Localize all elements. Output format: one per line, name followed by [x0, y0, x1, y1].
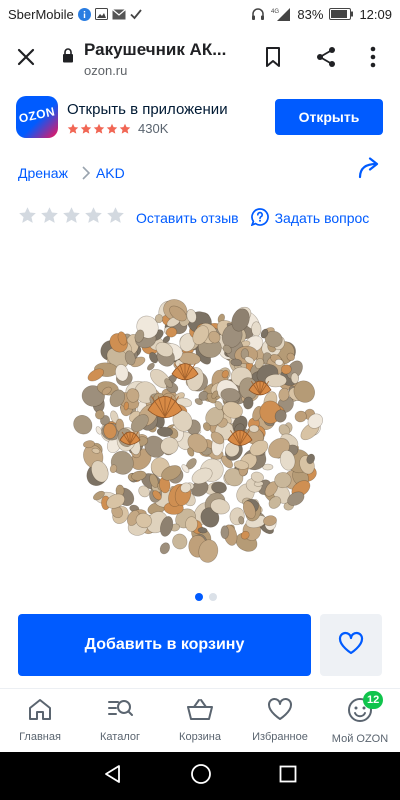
banner-title: Открыть в приложении [67, 101, 228, 118]
question-bubble-icon [250, 207, 269, 229]
notification-badge: 12 [363, 691, 384, 709]
star-icon [106, 122, 118, 140]
battery-percent: 83% [297, 6, 324, 22]
ozon-logo: OZON [16, 96, 58, 138]
recents-icon[interactable] [279, 765, 297, 788]
heart-icon [267, 697, 293, 726]
nav-item-home[interactable]: Главная [0, 689, 80, 752]
shell [248, 380, 272, 396]
mail-notification-icon [111, 8, 126, 20]
carousel-dot[interactable] [195, 593, 203, 601]
nav-label-my-ozon: Мой OZON [331, 733, 389, 745]
pebble [248, 424, 260, 433]
product-rating-stars [18, 206, 125, 230]
more-options-icon[interactable] [370, 46, 376, 73]
catalog-search-icon [106, 697, 134, 726]
page-title: Ракушечник АК... [84, 40, 227, 59]
system-navigation-bar [0, 752, 400, 800]
star-icon[interactable] [84, 206, 103, 230]
shell [227, 430, 253, 446]
clock: 12:09 [359, 6, 392, 22]
product-image-shell-rock[interactable] [70, 290, 330, 570]
carrier-name: SberMobile [8, 6, 74, 22]
info-notification-icon [77, 7, 91, 21]
share-icon[interactable] [315, 46, 337, 73]
share-arrow-icon[interactable] [357, 157, 381, 184]
star-icon[interactable] [18, 206, 37, 230]
add-to-favorites-button[interactable] [320, 614, 382, 676]
breadcrumb-item-drainage[interactable]: Дренаж [18, 165, 68, 181]
star-icon[interactable] [106, 206, 125, 230]
url-text[interactable]: ozon.ru [84, 63, 127, 78]
leave-review-link[interactable]: Оставить отзыв [136, 210, 239, 226]
bottom-navigation: Главная Каталог Корзина Избранное 12 Мой… [0, 688, 400, 752]
pebble [220, 525, 230, 539]
lock-icon [62, 48, 74, 68]
nav-label-cart: Корзина [179, 731, 221, 743]
nav-label-catalog: Каталог [100, 731, 140, 743]
battery-icon [329, 8, 354, 20]
nav-item-catalog[interactable]: Каталог [80, 689, 160, 752]
headphones-icon [251, 7, 265, 21]
banner-rating-count: 430K [138, 121, 169, 136]
pebble [185, 516, 198, 532]
shell [171, 363, 199, 381]
star-icon [119, 122, 131, 140]
shell [119, 431, 141, 445]
pebble [251, 321, 262, 337]
banner-rating-stars [67, 122, 131, 140]
status-bar: SberMobile 4G 83% 12:09 [0, 0, 400, 28]
breadcrumb-item-brand[interactable]: AKD [96, 165, 125, 181]
home-icon [27, 697, 53, 726]
star-icon[interactable] [40, 206, 59, 230]
gallery-notification-icon [94, 8, 108, 20]
nav-item-cart[interactable]: Корзина [160, 689, 240, 752]
basket-icon [186, 697, 214, 726]
ozon-logo-text: OZON [17, 104, 57, 126]
home-circle-icon[interactable] [190, 763, 212, 790]
ask-question-link[interactable]: Задать вопрос [250, 207, 370, 229]
pebble [264, 373, 287, 388]
browser-toolbar: Ракушечник АК... ozon.ru [0, 28, 400, 88]
back-icon[interactable] [103, 764, 123, 789]
star-icon [67, 122, 79, 140]
heart-outline-icon [338, 631, 364, 660]
app-install-banner: OZON Открыть в приложении 430K Открыть [0, 88, 400, 148]
pebble [159, 542, 170, 555]
carousel-dot[interactable] [209, 593, 217, 601]
breadcrumb: Дренаж AKD [18, 164, 125, 182]
nav-item-favorites[interactable]: Избранное [240, 689, 320, 752]
nav-label-favorites: Избранное [252, 731, 308, 743]
pebble [73, 415, 93, 435]
ask-question-label: Задать вопрос [274, 210, 370, 226]
add-to-cart-button[interactable]: Добавить в корзину [18, 614, 311, 676]
chevron-right-icon [82, 166, 90, 180]
nav-label-home: Главная [19, 731, 61, 743]
star-icon [93, 122, 105, 140]
star-icon[interactable] [62, 206, 81, 230]
signal-icon: 4G [271, 7, 291, 21]
image-carousel-dots [195, 593, 217, 601]
open-app-button[interactable]: Открыть [275, 99, 383, 135]
bookmark-icon[interactable] [263, 46, 283, 73]
close-tab-icon[interactable] [16, 47, 36, 72]
network-type: 4G [271, 9, 279, 15]
product-rating-row: Оставить отзыв Задать вопрос [18, 207, 369, 229]
nav-item-my-ozon[interactable]: 12 Мой OZON [320, 689, 400, 752]
check-notification-icon [130, 8, 142, 20]
star-icon [80, 122, 92, 140]
pebble [172, 533, 188, 550]
